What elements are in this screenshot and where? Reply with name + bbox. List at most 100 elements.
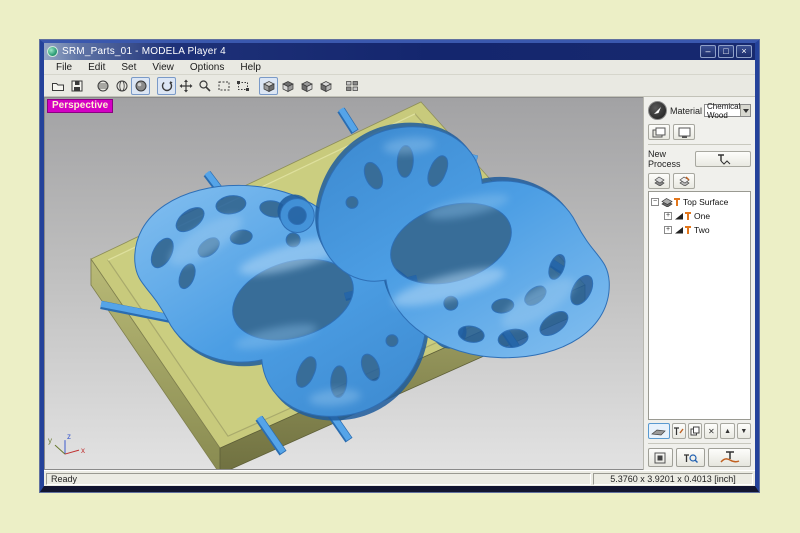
material-select[interactable]: Chemical Wood [704,104,751,117]
side-view-cube-icon [319,79,333,93]
save-icon [70,79,84,93]
surface-icon [661,197,673,207]
zoom-view-button[interactable] [195,77,214,95]
model-button[interactable] [648,101,667,120]
process-edit-tab-icon [678,176,691,186]
wedge-icon [674,225,684,235]
zoom-view-icon [198,79,212,93]
zoom-box-icon [236,79,250,93]
close-button[interactable]: × [736,45,752,58]
material-label: Material [670,106,702,116]
toolbar [44,75,755,97]
window-layout-icon [345,79,359,93]
preview-cut-icon [682,452,698,464]
top-view-cube-button[interactable] [278,77,297,95]
pan-view-icon [179,79,193,93]
status-message: Ready [46,473,591,485]
expand-icon[interactable]: + [664,212,672,220]
axis-y-label: y [48,436,52,445]
process-panel: Material Chemical Wood New Process [643,97,755,470]
minimize-button[interactable]: – [700,45,716,58]
app-icon [47,46,58,57]
move-up-button[interactable]: ▲ [720,423,734,439]
top-view-cube-icon [281,79,295,93]
model-compass-icon [652,105,663,116]
fit-view-button[interactable] [214,77,233,95]
tool-icon [684,225,692,235]
wireframe-view-icon [96,79,110,93]
front-view-cube-icon [300,79,314,93]
process-list-tab-icon [653,176,666,186]
open-file-icon [51,79,65,93]
preview-cut-button[interactable] [676,448,705,467]
restore-button[interactable]: □ [718,45,734,58]
move-up-icon: ▲ [724,428,731,435]
tool-icon [673,197,681,207]
layout-icon [652,127,666,138]
tree-item-two[interactable]: + Two [651,223,748,237]
fit-view-icon [217,79,231,93]
tree-label: Top Surface [683,197,728,207]
collapse-icon[interactable]: − [651,198,659,206]
delete-icon: ✕ [708,427,715,436]
start-cutting-button[interactable] [708,448,751,467]
model-scene: z x y [45,98,643,469]
move-down-icon: ▼ [740,428,747,435]
process-list-tab[interactable] [648,173,670,189]
title-bar[interactable]: SRM_Parts_01 - MODELA Player 4 – □ × [44,43,755,60]
start-cutting-icon [719,451,741,464]
new-process-button[interactable] [695,151,751,167]
toolpath-icon [714,153,732,165]
iso-view-cube-button[interactable] [259,77,278,95]
wireframe-view-button[interactable] [93,77,112,95]
menu-help[interactable]: Help [232,62,269,73]
preview-screen-button[interactable] [673,124,695,140]
save-button[interactable] [67,77,86,95]
menu-set[interactable]: Set [113,62,144,73]
menu-edit[interactable]: Edit [80,62,113,73]
shaded-view-icon [134,79,148,93]
app-window: SRM_Parts_01 - MODELA Player 4 – □ × Fil… [40,40,759,492]
shaded-view-button[interactable] [131,77,150,95]
axis-indicator: z x y [48,432,85,455]
delete-button[interactable]: ✕ [704,423,718,439]
tree-item-one[interactable]: + One [651,209,748,223]
copy-button[interactable] [688,423,702,439]
process-edit-tab[interactable] [673,173,695,189]
expand-icon[interactable]: + [664,226,672,234]
3d-viewport[interactable]: Perspective [44,97,643,470]
model-dimensions: 5.3760 x 3.9201 x 0.4013 [inch] [593,473,753,485]
stop-icon [654,452,666,464]
rotate-view-button[interactable] [157,77,176,95]
front-view-cube-button[interactable] [297,77,316,95]
iso-view-cube-icon [262,79,276,93]
stop-button[interactable] [648,448,673,467]
hidden-line-view-button[interactable] [112,77,131,95]
window-layout-button[interactable] [342,77,361,95]
preview-screen-icon [678,127,691,138]
side-view-cube-button[interactable] [316,77,335,95]
open-file-button[interactable] [48,77,67,95]
cutter-button[interactable] [648,423,670,439]
tool-icon [684,211,692,221]
menu-file[interactable]: File [48,62,80,73]
move-down-button[interactable]: ▼ [737,423,751,439]
menu-options[interactable]: Options [182,62,232,73]
tree-label: Two [694,225,710,235]
rotate-view-icon [160,79,174,93]
zoom-box-button[interactable] [233,77,252,95]
new-process-label: New Process [648,149,695,169]
menu-view[interactable]: View [144,62,182,73]
window-title: SRM_Parts_01 - MODELA Player 4 [62,46,698,57]
layout-button[interactable] [648,124,670,140]
tree-item-top-surface[interactable]: − Top Surface [651,195,748,209]
edit-tool-button[interactable] [672,423,686,439]
axis-x-label: x [81,446,85,455]
process-tree[interactable]: − Top Surface + One + Two [648,191,751,420]
projection-label: Perspective [47,99,113,113]
edit-tool-icon [673,426,684,436]
pan-view-button[interactable] [176,77,195,95]
axis-z-label: z [67,432,71,441]
tree-label: One [694,211,710,221]
hidden-line-view-icon [115,79,129,93]
